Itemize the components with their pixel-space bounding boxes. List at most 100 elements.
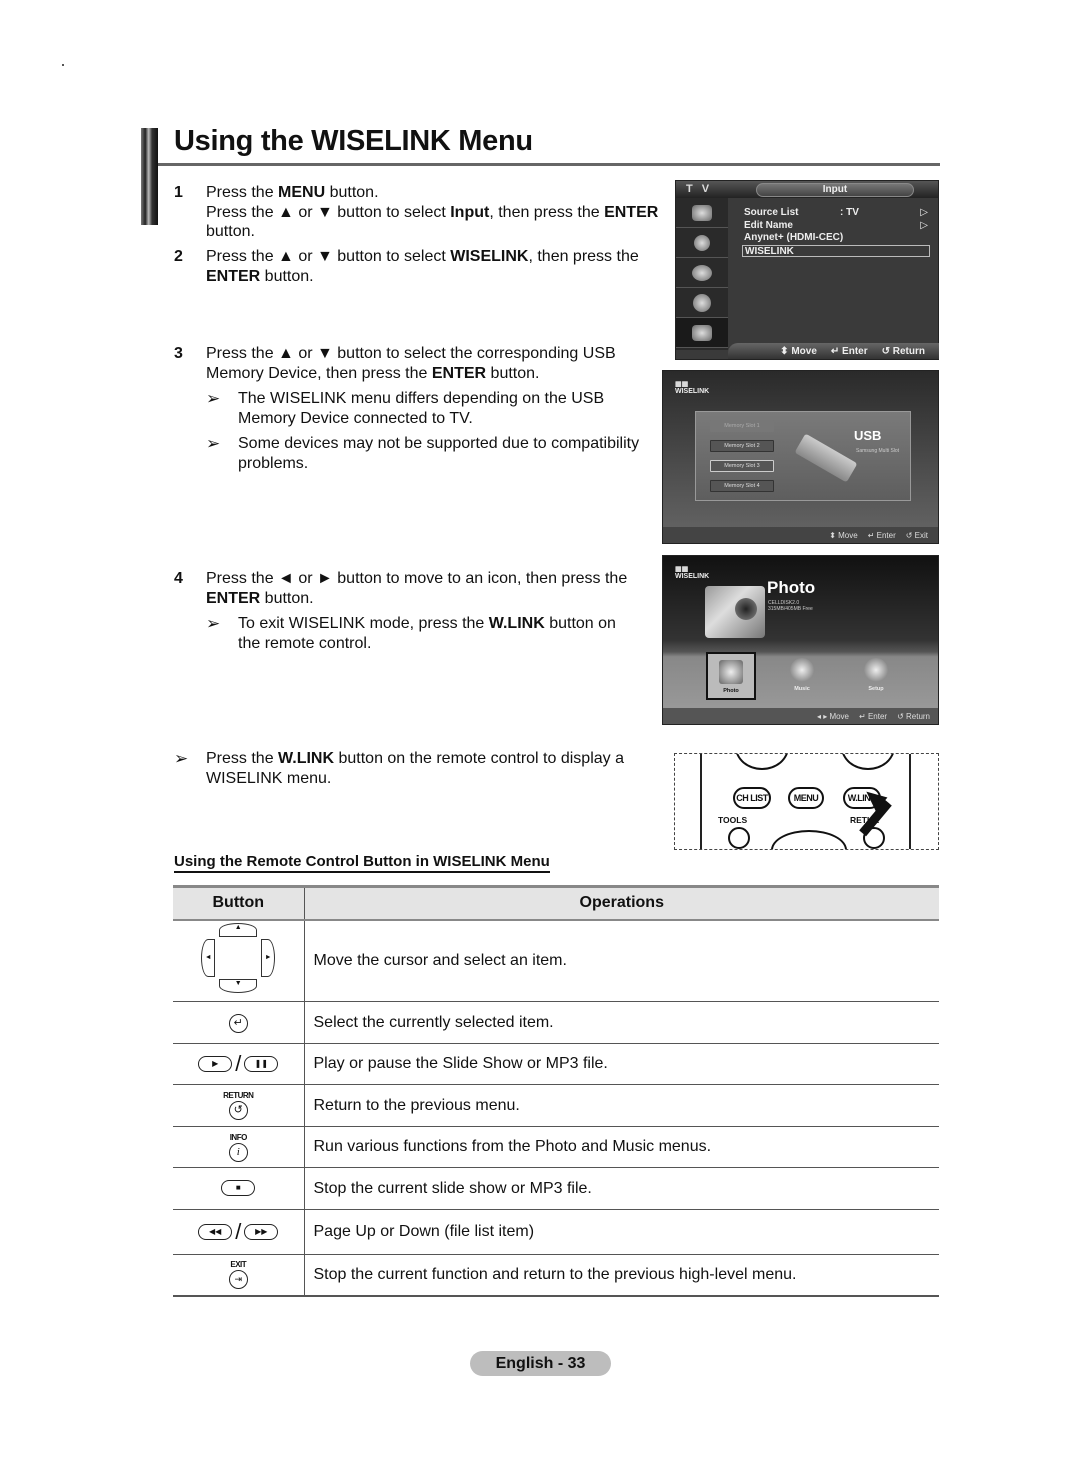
operation-cell: Play or pause the Slide Show or MP3 file… — [304, 1043, 939, 1085]
direction-pad-icon: ▲ ▼ ◄ ► — [199, 921, 277, 995]
column-header-button: Button — [173, 885, 305, 921]
photo-icon — [719, 660, 743, 684]
music-menu-item: Music — [777, 652, 827, 700]
button-cell: ◀◀ / ▶▶ — [173, 1209, 305, 1255]
setup-icon — [676, 288, 728, 318]
button-cell: EXIT ⇥ — [173, 1254, 305, 1297]
note-arrow-icon: ➢ — [206, 434, 221, 453]
usb-slot-panel: Memory Slot 1 Memory Slot 2 Memory Slot … — [695, 411, 911, 501]
step-1: 1 Press the MENU button. Press the ▲ or … — [174, 183, 670, 242]
table-row: EXIT ⇥ Stop the current function and ret… — [173, 1254, 939, 1297]
note: ➢ To exit WISELINK mode, press the W.LIN… — [206, 614, 636, 653]
osd-hint-return: ↺ Return — [897, 711, 930, 721]
step-number: 4 — [174, 570, 183, 587]
operation-cell: Move the cursor and select an item. — [304, 919, 939, 1002]
title-accent-bar — [141, 128, 158, 225]
osd-item-source-list: Source List : TV ▷ — [742, 207, 930, 220]
operation-cell: Page Up or Down (file list item) — [304, 1209, 939, 1255]
note-text: Press the W.LINK button on the remote co… — [206, 750, 624, 787]
picture-icon — [676, 198, 728, 228]
table-row: RETURN ↺ Return to the previous menu. — [173, 1084, 939, 1127]
memory-slot-1: Memory Slot 1 — [710, 420, 774, 432]
tv-mode-label: T V — [686, 183, 713, 195]
table-row: ■ Stop the current slide show or MP3 fil… — [173, 1167, 939, 1210]
return-button-icon: ↺ — [228, 1101, 248, 1120]
table-row: ↵ Select the currently selected item. — [173, 1001, 939, 1044]
osd-item-label: WISELINK — [745, 245, 794, 257]
fast-forward-button-icon: ▶▶ — [244, 1224, 279, 1240]
osd-tab-input: Input — [756, 183, 914, 197]
step-2: 2 Press the ▲ or ▼ button to select WISE… — [174, 247, 654, 286]
menu-item-label: Music — [794, 686, 810, 692]
note-arrow-icon: ➢ — [206, 389, 221, 408]
osd-item-anynet: Anynet+ (HDMI-CEC) — [742, 232, 930, 245]
step-text: Press the ◄ or ► button to move to an ic… — [206, 570, 628, 607]
photo-title: Photo — [767, 578, 816, 597]
osd-hint-move: ⬍ Move — [780, 345, 817, 357]
step-4: 4 Press the ◄ or ► button to move to an … — [174, 569, 644, 608]
menu-item-label: Setup — [868, 686, 884, 692]
osd-item-label: Anynet+ (HDMI-CEC) — [744, 232, 844, 243]
note-text: Some devices may not be supported due to… — [238, 435, 640, 472]
note-text: The WISELINK menu differs depending on t… — [238, 390, 605, 427]
info-label: INFO — [229, 1132, 248, 1142]
step-3: 3 Press the ▲ or ▼ button to select the … — [174, 344, 644, 383]
channel-icon — [676, 258, 728, 288]
osd-hint-enter: ↵ Enter — [867, 530, 896, 540]
pause-button-icon: ❚❚ — [244, 1056, 279, 1072]
table-header-row: Button Operations — [173, 885, 939, 921]
usb-plug-icon — [794, 433, 858, 483]
tools-button — [728, 827, 750, 849]
table-row: ▲ ▼ ◄ ► Move the cursor and select an it… — [173, 919, 939, 1002]
wiselink-logo: ▦▦ WISELINK — [675, 566, 710, 580]
title-rule — [158, 163, 940, 166]
photo-menu-item: Photo — [706, 652, 756, 700]
step-number: 1 — [174, 184, 183, 201]
camera-icon — [705, 586, 765, 638]
up-arrow-button — [771, 830, 847, 849]
note-text: To exit WISELINK mode, press the W.LINK … — [238, 615, 616, 652]
osd-hint-exit: ↺ Exit — [905, 530, 928, 540]
usb-device-subtitle: Samsung Multi Slot — [856, 448, 900, 454]
tools-label: TOOLS — [718, 815, 748, 825]
column-header-operations: Operations — [304, 885, 939, 921]
note-arrow-icon: ➢ — [174, 749, 189, 768]
page-number: English - 33 — [470, 1351, 611, 1376]
exit-button-icon: ⇥ — [228, 1270, 248, 1290]
remote-edge — [700, 754, 702, 849]
button-cell: INFO i — [173, 1126, 305, 1168]
osd-footer: ◂ ▸ Move ↵ Enter ↺ Return — [663, 708, 938, 724]
osd-item-value: : TV — [840, 207, 859, 218]
tv-usb-menu-screenshot: ▦▦ WISELINK Memory Slot 1 Memory Slot 2 M… — [662, 370, 939, 544]
exit-label: EXIT — [230, 1260, 247, 1270]
memory-slot-2: Memory Slot 2 — [710, 440, 774, 452]
separator-slash: / — [235, 1219, 242, 1244]
osd-hint-enter: ↵ Enter — [859, 711, 888, 721]
remote-buttons-table: Button Operations ▲ ▼ ◄ ► Move the curso… — [173, 885, 939, 1297]
setup-menu-item: Setup — [851, 652, 901, 700]
osd-footer: ⬍ Move ↵ Enter ↺ Exit — [663, 527, 938, 543]
step-text: Press the ▲ or ▼ button to select WISELI… — [206, 248, 639, 285]
osd-item-label: Source List — [744, 207, 799, 218]
table-row: ▶ / ❚❚ Play or pause the Slide Show or MP3… — [173, 1043, 939, 1085]
gear-icon — [864, 658, 888, 682]
remote-control-illustration: CH LIST MENU W.LINK TOOLS RETUR — [674, 753, 939, 850]
stop-button-icon: ■ — [221, 1180, 256, 1197]
play-button-icon: ▶ — [198, 1056, 233, 1072]
return-label: RETURN — [223, 1091, 254, 1100]
osd-item-wiselink: WISELINK — [742, 244, 930, 257]
osd-hint-enter: ↵ Enter — [830, 345, 868, 357]
osd-item-label: Edit Name — [744, 219, 793, 231]
volume-button — [735, 754, 789, 770]
table-row: ◀◀ / ▶▶ Page Up or Down (file list item) — [173, 1209, 939, 1255]
note: ➢ Some devices may not be supported due … — [206, 434, 656, 473]
osd-footer: ⬍ Move ↵ Enter ↺ Return — [728, 343, 939, 359]
headphones-icon — [790, 658, 814, 682]
device-free-space: 315MB/405MB Free — [768, 606, 813, 612]
input-icon — [676, 318, 728, 348]
osd-hint-return: ↺ Return — [881, 345, 925, 357]
osd-sidebar — [676, 198, 728, 350]
step-text: Press the ▲ or ▼ button to select the co… — [206, 345, 616, 382]
memory-slot-3: Memory Slot 3 — [710, 460, 774, 472]
step-text: Press the MENU button. — [206, 184, 379, 201]
